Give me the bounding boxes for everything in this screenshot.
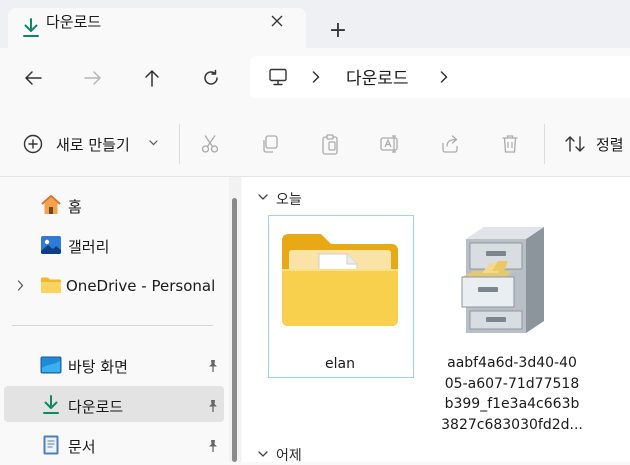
sidebar-item-label: OneDrive - Personal (66, 277, 216, 295)
sidebar-item-label: 갤러리 (68, 238, 110, 256)
chevron-right-icon[interactable] (12, 277, 28, 293)
file-name-line: 05-a607-71d77518 (444, 375, 580, 392)
documents-icon (38, 433, 64, 457)
group-header-yesterday[interactable]: 어제 (276, 445, 302, 465)
chevron-down-icon (146, 137, 160, 149)
sidebar-scrollbar-thumb[interactable] (232, 198, 237, 462)
rename-icon[interactable] (372, 126, 408, 162)
cut-icon[interactable] (192, 126, 228, 162)
paste-icon[interactable] (312, 126, 348, 162)
download-icon (20, 16, 42, 40)
sidebar-item-label: 다운로드 (68, 398, 124, 416)
copy-icon[interactable] (252, 126, 288, 162)
sort-label[interactable]: 정렬 (596, 134, 624, 155)
close-icon[interactable] (266, 10, 288, 32)
file-name: elan (325, 356, 355, 372)
command-separator (179, 124, 180, 164)
breadcrumb-chevron-icon[interactable] (308, 68, 324, 86)
file-name-line: 3827c683030fd2d... (441, 416, 583, 433)
group-header-today[interactable]: 오늘 (276, 189, 302, 209)
pin-icon[interactable] (206, 359, 220, 373)
sidebar-item-home[interactable] (4, 187, 224, 223)
breadcrumb-location[interactable]: 다운로드 (346, 64, 409, 89)
chevron-down-icon[interactable] (256, 448, 270, 460)
gallery-icon (38, 233, 64, 257)
file-name: aabf4a6d-3d40-40 05-a607-71d77518 b399_f… (440, 353, 584, 435)
sidebar-item-documents[interactable] (4, 426, 224, 462)
sidebar-item-gallery[interactable] (4, 226, 224, 262)
sidebar-item-label: 바탕 화면 (68, 358, 128, 376)
download-icon (38, 393, 64, 417)
breadcrumb-expand-chevron-icon[interactable] (436, 68, 452, 86)
sidebar-divider (12, 325, 213, 326)
plus-circle-icon (22, 133, 44, 155)
file-name-line: b399_f1e3a4c663b (444, 396, 580, 412)
file-name-line: aabf4a6d-3d40-40 (447, 355, 577, 371)
back-arrow-icon[interactable] (16, 61, 50, 95)
sort-icon[interactable] (562, 132, 588, 156)
new-label: 새로 만들기 (56, 136, 130, 154)
file-cabinet-icon (452, 224, 556, 336)
forward-arrow-icon[interactable] (76, 61, 110, 95)
chevron-down-icon[interactable] (256, 191, 270, 203)
pin-icon[interactable] (206, 399, 220, 413)
tab-title: 다운로드 (46, 13, 102, 31)
up-arrow-icon[interactable] (135, 61, 169, 95)
pin-icon[interactable] (206, 439, 220, 453)
delete-icon[interactable] (492, 126, 528, 162)
this-pc-icon (266, 66, 290, 88)
onedrive-folder-icon (38, 274, 64, 296)
home-icon (38, 192, 64, 218)
folder-icon (278, 228, 402, 332)
refresh-icon[interactable] (194, 61, 228, 95)
new-tab-button[interactable]: + (324, 16, 352, 44)
share-icon[interactable] (432, 126, 468, 162)
desktop-icon (38, 354, 64, 376)
sidebar-item-label: 홈 (68, 198, 82, 216)
command-separator (544, 124, 545, 164)
sidebar-item-label: 문서 (68, 438, 96, 456)
